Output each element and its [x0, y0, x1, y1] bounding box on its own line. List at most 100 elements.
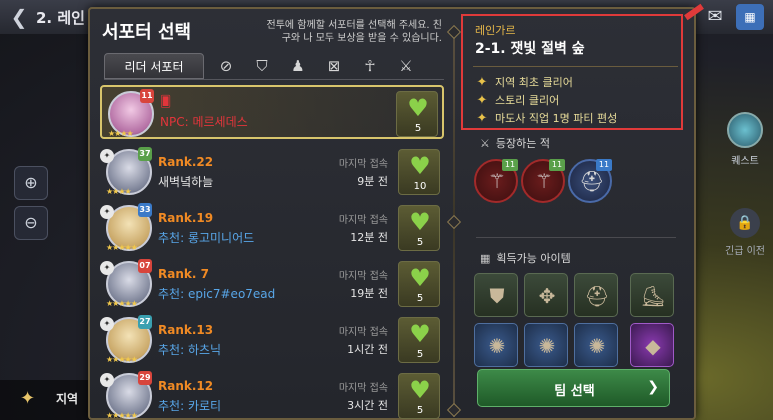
stage-info-box: 레인가르 2-1. 잿빛 절벽 숲 ✦ 지역 최초 클리어 ✦ 스토리 클리어 ✦ 마…	[461, 14, 683, 130]
element-icon: ✦	[100, 317, 114, 331]
crossed-frame-icon[interactable]: ⊠	[320, 53, 348, 79]
panel-divider	[446, 24, 462, 418]
level-badge: 07	[138, 259, 152, 273]
staff-icon: ⚚	[488, 169, 506, 193]
star-rating: ★★★★★	[106, 243, 138, 252]
zoom-out-icon[interactable]: ⊖	[14, 206, 48, 240]
team-select-button[interactable]: 팀 선택 ❯	[477, 369, 670, 407]
last-login-value: 1시간 전	[347, 343, 388, 356]
item-slot[interactable]: ⛸	[630, 273, 674, 317]
quest-label: 퀘스트	[731, 156, 759, 167]
mail-icon[interactable]: ✉	[702, 6, 728, 28]
back-arrow-icon[interactable]: ❮	[6, 4, 32, 30]
screen-title: 2. 레인	[36, 9, 85, 27]
supporter-row[interactable]: ✦ 37 ★★★★ Rank.22 새벽녘하늘 마지막 접속 9분 전 ♥ 10	[100, 145, 444, 199]
divider-gem	[446, 214, 462, 230]
zoom-in-icon[interactable]: ⊕	[14, 166, 48, 200]
heart-icon: ♥	[409, 208, 431, 236]
slash-icon[interactable]: ⚔	[392, 53, 420, 79]
last-login-label: 마지막 접속	[338, 215, 388, 226]
last-login-value: 3시간 전	[347, 399, 388, 412]
element-icon: ✦	[100, 373, 114, 387]
mission-star-icon: ✦	[476, 75, 488, 90]
quest-icon	[727, 112, 763, 148]
supporter-row[interactable]: ✦ 07 ★★★★★ Rank. 7 추천: epic7#eo7ead 마지막 …	[100, 257, 444, 311]
mission-star-icon: ✦	[476, 93, 488, 108]
supporter-row[interactable]: 11 ★★★★ 🂠 NPC: 메르세데스 ♥ 5	[100, 85, 444, 139]
mission-divider	[473, 66, 678, 67]
star-rating: ★★★★★	[106, 411, 138, 420]
last-login-label: 마지막 접속	[338, 271, 388, 282]
enemies-title-label: 등장하는 적	[495, 137, 550, 150]
item-slot[interactable]: ✥	[524, 273, 568, 317]
items-title-label: 획득가능 아이템	[496, 252, 571, 265]
mage-icon[interactable]: ☥	[356, 53, 384, 79]
bracer-icon: ✺	[538, 334, 556, 358]
region-name: 레인가르	[475, 24, 516, 37]
npc-icon: 🂠	[160, 95, 172, 108]
enemy-level-badge: 11	[596, 159, 612, 171]
divider-gem	[446, 402, 462, 418]
boots-icon: ⛸	[640, 284, 666, 308]
rank-label: Rank.12	[158, 379, 214, 393]
tab-leader-supporter[interactable]: 리더 서포터	[104, 53, 204, 79]
mace-icon: ✥	[538, 284, 556, 308]
supporter-row[interactable]: ✦ 29 ★★★★★ Rank.12 추천: 카로티 마지막 접속 3시간 전 …	[100, 369, 444, 420]
heart-icon: ♥	[409, 320, 431, 348]
enemy-portrait[interactable]: ⚚ 11	[474, 159, 518, 203]
rank-label: Rank.13	[158, 323, 214, 337]
heart-icon: ♥	[409, 376, 431, 404]
panel-title: 서포터 선택	[102, 22, 192, 43]
bottom-region-tab[interactable]: ✦ 지역	[0, 380, 90, 420]
item-slot[interactable]: ◆	[630, 323, 674, 367]
no-element-icon[interactable]: ⊘	[212, 53, 240, 79]
level-badge: 11	[140, 89, 154, 103]
game-screen: ❮ 2. 레인 ⊕ ⊖ ✉ ▦ 퀘스트 🔒 긴급 이전 ✦ 지역 서포터 선택 …	[0, 0, 773, 420]
enemy-level-badge: 11	[549, 159, 565, 171]
last-login-value: 12분 전	[350, 231, 388, 244]
heart-count: 5	[416, 237, 424, 248]
mission-item: ✦ 지역 최초 클리어	[475, 74, 573, 90]
locked-button[interactable]: 🔒 긴급 이전	[722, 208, 768, 258]
shield-icon[interactable]: ⛉	[248, 53, 276, 79]
supporter-name: 새벽녘하늘	[158, 175, 214, 189]
item-slot[interactable]: ⛊	[474, 273, 518, 317]
star-rating: ★★★★	[106, 187, 132, 196]
last-login-label: 마지막 접속	[338, 383, 388, 394]
supporter-select-panel: 서포터 선택 전투에 함께할 서포터를 선택해 주세요. 친구와 나 모두 보상…	[88, 3, 704, 420]
supporter-row[interactable]: ✦ 27 ★★★★★ Rank.13 추천: 하츠닉 마지막 접속 1시간 전 …	[100, 313, 444, 367]
enemy-portrait[interactable]: ⚚ 11	[521, 159, 565, 203]
mission-item: ✦ 스토리 클리어	[475, 92, 560, 108]
team-select-label: 팀 선택	[554, 384, 595, 399]
last-login-value: 19분 전	[350, 287, 388, 300]
section-divider	[476, 237, 676, 238]
item-slot[interactable]: ✺	[524, 323, 568, 367]
mission-label: 스토리 클리어	[495, 94, 560, 107]
bracer-icon: ✺	[488, 334, 506, 358]
item-slot[interactable]: ✺	[474, 323, 518, 367]
staff-icon: ⚚	[535, 169, 553, 193]
quest-button[interactable]: 퀘스트	[722, 112, 768, 172]
hooded-figure-icon[interactable]: ♟	[284, 53, 312, 79]
item-slot[interactable]: ✺	[574, 323, 618, 367]
supporter-name: NPC: 메르세데스	[160, 115, 248, 129]
enemy-portrait[interactable]: ⛑ 11	[568, 159, 612, 203]
heart-count: 5	[416, 349, 424, 360]
heart-count: 5	[416, 293, 424, 304]
heart-icon: ♥	[409, 264, 431, 292]
mission-item: ✦ 마도사 직업 1명 파티 편성	[475, 110, 618, 126]
supporter-row[interactable]: ✦ 33 ★★★★★ Rank.19 추천: 롱고미니어드 마지막 접속 12분…	[100, 201, 444, 255]
item-slot[interactable]: ⛑	[574, 273, 618, 317]
last-login-value: 9분 전	[357, 175, 388, 188]
menu-icon[interactable]: ▦	[736, 4, 764, 30]
helmet-icon: ⛑	[579, 169, 605, 193]
heart-count: 5	[416, 405, 424, 416]
friendship-heart: ♥ 5	[398, 205, 440, 251]
panel-description: 전투에 함께할 서포터를 선택해 주세요. 친구와 나 모두 보상을 받을 수 …	[266, 20, 442, 44]
stage-name: 2-1. 잿빛 절벽 숲	[475, 41, 585, 57]
mission-label: 지역 최초 클리어	[495, 76, 573, 89]
friendship-heart: ♥ 5	[398, 261, 440, 307]
armor-icon: ⛊	[489, 284, 505, 308]
crossed-swords-icon: ⚔	[480, 137, 490, 150]
friendship-heart: ♥ 5	[398, 373, 440, 419]
